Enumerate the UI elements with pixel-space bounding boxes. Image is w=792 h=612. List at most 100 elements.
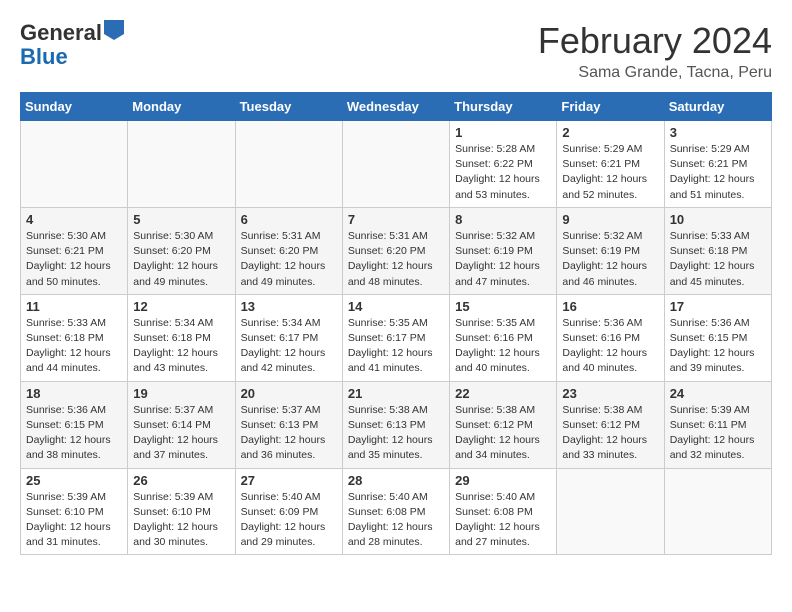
calendar-cell: 8 Sunrise: 5:32 AM Sunset: 6:19 PM Daylig… bbox=[450, 207, 557, 294]
calendar-cell: 12Sunrise: 5:34 AM Sunset: 6:18 PM Dayli… bbox=[128, 294, 235, 381]
day-number: 7 bbox=[348, 212, 444, 227]
day-info: Sunrise: 5:29 AM Sunset: 6:21 PM Dayligh… bbox=[562, 142, 658, 203]
day-info: Sunrise: 5:36 AM Sunset: 6:15 PM Dayligh… bbox=[26, 403, 122, 464]
logo-blue: Blue bbox=[20, 44, 68, 69]
location-title: Sama Grande, Tacna, Peru bbox=[538, 64, 772, 82]
calendar-cell: 28 Sunrise: 5:40 AM Sunset: 6:08 PM Dayli… bbox=[342, 468, 449, 555]
day-number: 23 bbox=[562, 386, 658, 401]
day-info: Sunrise: 5:40 AM Sunset: 6:09 PM Dayligh… bbox=[241, 490, 337, 551]
calendar-week-4: 18 Sunrise: 5:36 AM Sunset: 6:15 PM Dayli… bbox=[21, 381, 772, 468]
calendar-cell: 11Sunrise: 5:33 AM Sunset: 6:18 PM Dayli… bbox=[21, 294, 128, 381]
day-number: 26 bbox=[133, 473, 229, 488]
day-info: Sunrise: 5:38 AM Sunset: 6:13 PM Dayligh… bbox=[348, 403, 444, 464]
month-title: February 2024 bbox=[538, 20, 772, 62]
day-number: 27 bbox=[241, 473, 337, 488]
day-number: 25 bbox=[26, 473, 122, 488]
calendar-cell: 26 Sunrise: 5:39 AM Sunset: 6:10 PM Dayli… bbox=[128, 468, 235, 555]
calendar-cell: 14 Sunrise: 5:35 AM Sunset: 6:17 PM Dayli… bbox=[342, 294, 449, 381]
calendar-week-2: 4 Sunrise: 5:30 AM Sunset: 6:21 PM Daylig… bbox=[21, 207, 772, 294]
calendar-cell: 1Sunrise: 5:28 AM Sunset: 6:22 PM Daylig… bbox=[450, 121, 557, 208]
calendar-cell: 13Sunrise: 5:34 AM Sunset: 6:17 PM Dayli… bbox=[235, 294, 342, 381]
day-info: Sunrise: 5:33 AM Sunset: 6:18 PM Dayligh… bbox=[670, 229, 766, 290]
day-number: 10 bbox=[670, 212, 766, 227]
calendar-cell bbox=[128, 121, 235, 208]
day-info: Sunrise: 5:38 AM Sunset: 6:12 PM Dayligh… bbox=[562, 403, 658, 464]
day-info: Sunrise: 5:34 AM Sunset: 6:17 PM Dayligh… bbox=[241, 316, 337, 377]
day-info: Sunrise: 5:32 AM Sunset: 6:19 PM Dayligh… bbox=[562, 229, 658, 290]
logo: General Blue bbox=[20, 20, 128, 69]
day-number: 22 bbox=[455, 386, 551, 401]
title-block: February 2024 Sama Grande, Tacna, Peru bbox=[538, 20, 772, 82]
calendar-cell: 10 Sunrise: 5:33 AM Sunset: 6:18 PM Dayli… bbox=[664, 207, 771, 294]
day-info: Sunrise: 5:31 AM Sunset: 6:20 PM Dayligh… bbox=[348, 229, 444, 290]
day-info: Sunrise: 5:37 AM Sunset: 6:13 PM Dayligh… bbox=[241, 403, 337, 464]
day-info: Sunrise: 5:31 AM Sunset: 6:20 PM Dayligh… bbox=[241, 229, 337, 290]
calendar-cell: 22Sunrise: 5:38 AM Sunset: 6:12 PM Dayli… bbox=[450, 381, 557, 468]
day-number: 18 bbox=[26, 386, 122, 401]
calendar-cell: 5Sunrise: 5:30 AM Sunset: 6:20 PM Daylig… bbox=[128, 207, 235, 294]
calendar-week-3: 11Sunrise: 5:33 AM Sunset: 6:18 PM Dayli… bbox=[21, 294, 772, 381]
day-number: 3 bbox=[670, 125, 766, 140]
day-info: Sunrise: 5:35 AM Sunset: 6:17 PM Dayligh… bbox=[348, 316, 444, 377]
day-number: 20 bbox=[241, 386, 337, 401]
day-info: Sunrise: 5:32 AM Sunset: 6:19 PM Dayligh… bbox=[455, 229, 551, 290]
day-number: 15 bbox=[455, 299, 551, 314]
day-info: Sunrise: 5:33 AM Sunset: 6:18 PM Dayligh… bbox=[26, 316, 122, 377]
calendar-cell: 25Sunrise: 5:39 AM Sunset: 6:10 PM Dayli… bbox=[21, 468, 128, 555]
calendar-cell bbox=[342, 121, 449, 208]
day-header-friday: Friday bbox=[557, 93, 664, 121]
calendar-cell bbox=[21, 121, 128, 208]
calendar-cell bbox=[557, 468, 664, 555]
day-info: Sunrise: 5:37 AM Sunset: 6:14 PM Dayligh… bbox=[133, 403, 229, 464]
day-number: 9 bbox=[562, 212, 658, 227]
day-info: Sunrise: 5:34 AM Sunset: 6:18 PM Dayligh… bbox=[133, 316, 229, 377]
calendar-cell: 4 Sunrise: 5:30 AM Sunset: 6:21 PM Daylig… bbox=[21, 207, 128, 294]
day-info: Sunrise: 5:40 AM Sunset: 6:08 PM Dayligh… bbox=[455, 490, 551, 551]
calendar-cell: 21 Sunrise: 5:38 AM Sunset: 6:13 PM Dayli… bbox=[342, 381, 449, 468]
logo-icon bbox=[104, 20, 128, 40]
calendar-cell: 17 Sunrise: 5:36 AM Sunset: 6:15 PM Dayli… bbox=[664, 294, 771, 381]
calendar-cell: 27 Sunrise: 5:40 AM Sunset: 6:09 PM Dayli… bbox=[235, 468, 342, 555]
day-info: Sunrise: 5:35 AM Sunset: 6:16 PM Dayligh… bbox=[455, 316, 551, 377]
calendar-cell: 9 Sunrise: 5:32 AM Sunset: 6:19 PM Daylig… bbox=[557, 207, 664, 294]
day-info: Sunrise: 5:39 AM Sunset: 6:10 PM Dayligh… bbox=[133, 490, 229, 551]
logo-general: General bbox=[20, 20, 102, 45]
day-number: 17 bbox=[670, 299, 766, 314]
day-header-tuesday: Tuesday bbox=[235, 93, 342, 121]
calendar-cell: 6 Sunrise: 5:31 AM Sunset: 6:20 PM Daylig… bbox=[235, 207, 342, 294]
calendar-table: SundayMondayTuesdayWednesdayThursdayFrid… bbox=[20, 92, 772, 555]
calendar-cell: 2Sunrise: 5:29 AM Sunset: 6:21 PM Daylig… bbox=[557, 121, 664, 208]
calendar-cell: 15 Sunrise: 5:35 AM Sunset: 6:16 PM Dayli… bbox=[450, 294, 557, 381]
calendar-cell: 24 Sunrise: 5:39 AM Sunset: 6:11 PM Dayli… bbox=[664, 381, 771, 468]
calendar-cell: 3 Sunrise: 5:29 AM Sunset: 6:21 PM Daylig… bbox=[664, 121, 771, 208]
day-number: 14 bbox=[348, 299, 444, 314]
calendar-cell: 7 Sunrise: 5:31 AM Sunset: 6:20 PM Daylig… bbox=[342, 207, 449, 294]
day-info: Sunrise: 5:36 AM Sunset: 6:16 PM Dayligh… bbox=[562, 316, 658, 377]
calendar-cell: 18 Sunrise: 5:36 AM Sunset: 6:15 PM Dayli… bbox=[21, 381, 128, 468]
day-header-wednesday: Wednesday bbox=[342, 93, 449, 121]
day-number: 24 bbox=[670, 386, 766, 401]
day-number: 21 bbox=[348, 386, 444, 401]
day-number: 19 bbox=[133, 386, 229, 401]
day-number: 16 bbox=[562, 299, 658, 314]
page-header: General Blue February 2024 Sama Grande, … bbox=[20, 20, 772, 82]
day-info: Sunrise: 5:36 AM Sunset: 6:15 PM Dayligh… bbox=[670, 316, 766, 377]
day-info: Sunrise: 5:40 AM Sunset: 6:08 PM Dayligh… bbox=[348, 490, 444, 551]
calendar-cell: 16 Sunrise: 5:36 AM Sunset: 6:16 PM Dayli… bbox=[557, 294, 664, 381]
calendar-week-1: 1Sunrise: 5:28 AM Sunset: 6:22 PM Daylig… bbox=[21, 121, 772, 208]
day-header-monday: Monday bbox=[128, 93, 235, 121]
days-header-row: SundayMondayTuesdayWednesdayThursdayFrid… bbox=[21, 93, 772, 121]
day-info: Sunrise: 5:30 AM Sunset: 6:21 PM Dayligh… bbox=[26, 229, 122, 290]
day-info: Sunrise: 5:29 AM Sunset: 6:21 PM Dayligh… bbox=[670, 142, 766, 203]
day-number: 28 bbox=[348, 473, 444, 488]
day-number: 8 bbox=[455, 212, 551, 227]
calendar-cell: 20 Sunrise: 5:37 AM Sunset: 6:13 PM Dayli… bbox=[235, 381, 342, 468]
day-info: Sunrise: 5:39 AM Sunset: 6:11 PM Dayligh… bbox=[670, 403, 766, 464]
day-number: 6 bbox=[241, 212, 337, 227]
calendar-cell: 29Sunrise: 5:40 AM Sunset: 6:08 PM Dayli… bbox=[450, 468, 557, 555]
calendar-week-5: 25 Sunrise: 5:39 AM Sunset: 6:10 PM Dayli… bbox=[21, 468, 772, 555]
day-number: 4 bbox=[26, 212, 122, 227]
day-header-thursday: Thursday bbox=[450, 93, 557, 121]
calendar-cell bbox=[235, 121, 342, 208]
day-info: Sunrise: 5:30 AM Sunset: 6:20 PM Dayligh… bbox=[133, 229, 229, 290]
